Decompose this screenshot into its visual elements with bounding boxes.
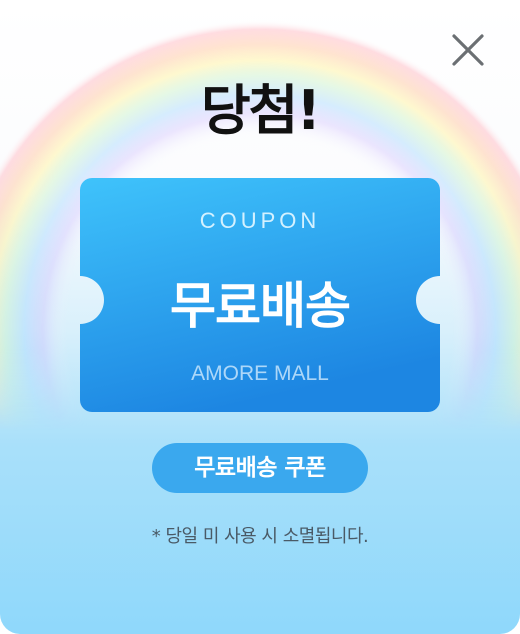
coupon-label: COUPON: [199, 208, 321, 233]
coupon-win-modal: 당첨! COUPON 무료배송 AMORE MALL 무료배송 쿠폰 * 당일 …: [0, 0, 520, 634]
coupon-name: 무료배송: [170, 277, 351, 335]
coupon-ticket: COUPON 무료배송 AMORE MALL: [80, 178, 440, 412]
expiry-notice: * 당일 미 사용 시 소멸됩니다.: [151, 526, 369, 547]
coupon-brand: AMORE MALL: [191, 362, 329, 385]
close-button[interactable]: [448, 30, 488, 70]
close-icon: [452, 34, 484, 66]
coupon-type-badge: 무료배송 쿠폰: [152, 443, 368, 493]
win-title: 당첨!: [201, 79, 321, 142]
